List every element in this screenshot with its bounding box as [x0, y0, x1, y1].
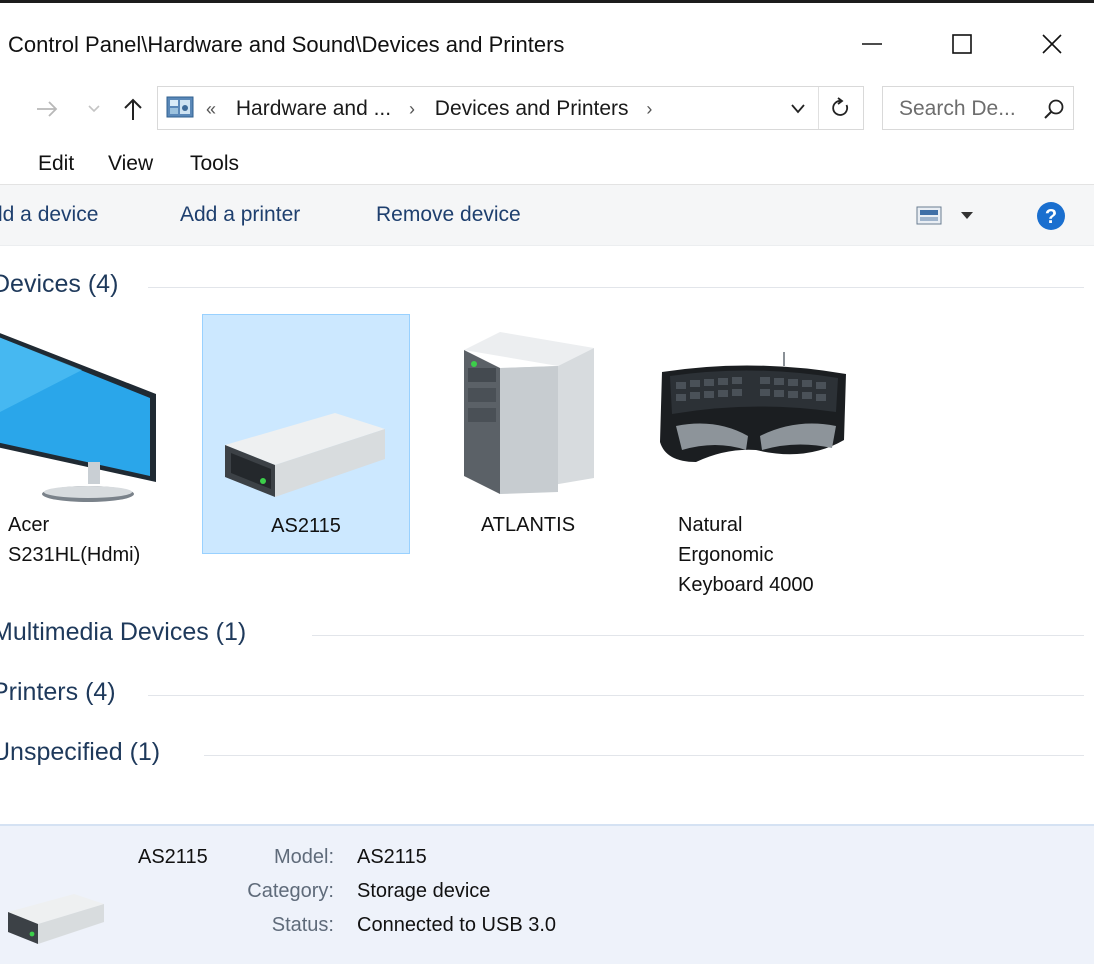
- device-name-line: Acer: [8, 514, 50, 536]
- group-printers-title[interactable]: Printers (4): [0, 678, 128, 707]
- chevron-down-icon: [88, 105, 100, 113]
- breadcrumb-separator-icon[interactable]: ›: [646, 99, 652, 119]
- search-input[interactable]: Search De...: [882, 86, 1074, 130]
- details-pane: AS2115 Model: AS2115 Category: Storage d…: [0, 824, 1094, 964]
- address-divider: [818, 87, 819, 129]
- device-list-pane: Devices (4) Acer S231HL(Hdmi) AS2115 ATL…: [0, 246, 1094, 824]
- device-tile-natural-keyboard[interactable]: Natural Ergonomic Keyboard 4000: [650, 314, 858, 596]
- menu-edit[interactable]: Edit: [38, 152, 74, 176]
- group-divider: [204, 755, 1084, 756]
- details-model-value: AS2115: [357, 846, 427, 868]
- up-arrow-icon: [124, 98, 142, 120]
- close-button[interactable]: [1022, 18, 1082, 70]
- external-drive-icon: [225, 413, 385, 497]
- control-panel-icon: [166, 96, 194, 118]
- title-bar: Control Panel\Hardware and Sound\Devices…: [0, 10, 1094, 78]
- view-options-dropdown-icon[interactable]: [960, 211, 974, 221]
- close-icon: [1042, 34, 1062, 54]
- device-name: Acer S231HL(Hdmi): [8, 510, 216, 570]
- search-placeholder: Search De...: [899, 97, 1016, 120]
- minimize-icon: [862, 43, 882, 45]
- breadcrumb: « Hardware and ... › Devices and Printer…: [206, 97, 666, 121]
- window-title: Control Panel\Hardware and Sound\Devices…: [8, 32, 565, 57]
- details-category-value: Storage device: [357, 880, 491, 902]
- address-bar[interactable]: « Hardware and ... › Devices and Printer…: [157, 86, 864, 130]
- device-name-line: Ergonomic: [678, 544, 774, 566]
- forward-arrow-icon: [37, 101, 58, 117]
- details-category-label: Category:: [247, 880, 334, 902]
- menu-tools[interactable]: Tools: [190, 152, 239, 176]
- device-name: Natural Ergonomic Keyboard 4000: [678, 510, 886, 600]
- group-divider: [148, 695, 1084, 696]
- help-icon[interactable]: ?: [1036, 201, 1066, 231]
- svg-text:?: ?: [1045, 206, 1057, 228]
- group-divider: [148, 287, 1084, 288]
- maximize-button[interactable]: [932, 18, 992, 70]
- group-devices-header[interactable]: Devices (4): [0, 270, 1094, 304]
- forward-button[interactable]: [30, 94, 64, 124]
- group-unspecified-title[interactable]: Unspecified (1): [0, 738, 173, 767]
- device-tile-as2115[interactable]: AS2115: [202, 314, 410, 554]
- device-name-line: Keyboard 4000: [678, 574, 814, 596]
- address-history-chevron-icon[interactable]: [790, 103, 806, 115]
- group-unspecified-header[interactable]: Unspecified (1): [0, 738, 1094, 772]
- up-button[interactable]: [118, 92, 148, 126]
- command-bar: ld a device Add a printer Remove device …: [0, 184, 1094, 246]
- menu-bar: Edit View Tools: [0, 142, 1094, 184]
- details-status-value: Connected to USB 3.0: [357, 914, 557, 936]
- group-devices-title[interactable]: Devices (4): [0, 270, 131, 299]
- add-printer-button[interactable]: Add a printer: [180, 203, 300, 227]
- device-tile-acer-monitor[interactable]: Acer S231HL(Hdmi): [0, 314, 200, 566]
- details-model-label: Model:: [273, 846, 334, 868]
- group-multimedia-title[interactable]: Multimedia Devices (1): [0, 618, 259, 647]
- maximize-icon: [952, 34, 972, 54]
- search-icon[interactable]: [1043, 98, 1065, 120]
- breadcrumb-separator-icon[interactable]: ›: [409, 99, 415, 119]
- device-tile-atlantis[interactable]: ATLANTIS: [424, 314, 632, 554]
- group-multimedia-header[interactable]: Multimedia Devices (1): [0, 618, 1094, 652]
- device-name-line: S231HL(Hdmi): [8, 544, 141, 566]
- external-drive-icon: [8, 894, 104, 944]
- device-name: AS2115: [271, 515, 341, 537]
- device-name: ATLANTIS: [480, 514, 576, 536]
- window-top-border: [0, 0, 1094, 10]
- details-status-label: Status:: [271, 914, 334, 936]
- refresh-icon[interactable]: [830, 97, 852, 119]
- monitor-icon: [0, 333, 156, 502]
- address-row: « Hardware and ... › Devices and Printer…: [0, 78, 1094, 142]
- minimize-button[interactable]: [842, 18, 902, 70]
- breadcrumb-overflow[interactable]: «: [206, 99, 216, 119]
- recent-locations-button[interactable]: [84, 96, 104, 122]
- computer-tower-icon: [464, 332, 594, 494]
- breadcrumb-devices-and-printers[interactable]: Devices and Printers: [435, 97, 629, 120]
- breadcrumb-hardware-and-sound[interactable]: Hardware and ...: [236, 97, 391, 120]
- details-device-name: AS2115: [138, 846, 208, 868]
- change-view-icon[interactable]: [916, 205, 944, 227]
- add-device-button[interactable]: ld a device: [0, 203, 98, 227]
- group-divider: [312, 635, 1084, 636]
- group-printers-header[interactable]: Printers (4): [0, 678, 1094, 712]
- menu-view[interactable]: View: [108, 152, 153, 176]
- keyboard-icon: [660, 352, 846, 462]
- remove-device-button[interactable]: Remove device: [376, 203, 521, 227]
- device-name-line: Natural: [678, 514, 743, 536]
